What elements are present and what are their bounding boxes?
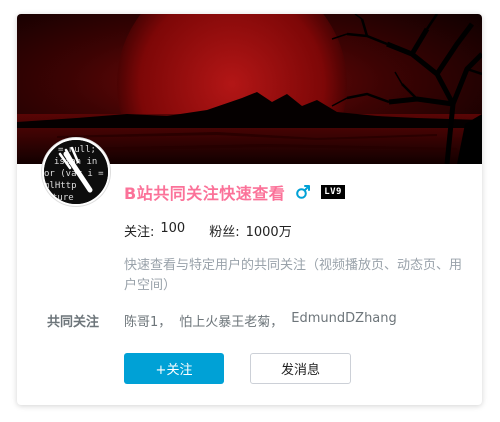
name-row: B站共同关注快速查看 LV9 xyxy=(124,181,345,203)
user-card: = null; ision in or (var i = 0 mlHttp tu… xyxy=(17,14,482,405)
common-follow-label: 共同关注 xyxy=(47,315,100,330)
avatar-code-line: mlHttp xyxy=(44,181,77,191)
following-stat[interactable]: 关注: 100 xyxy=(124,221,185,240)
fans-stat[interactable]: 粉丝: 1000万 xyxy=(209,221,291,240)
fans-count: 1000万 xyxy=(245,225,292,240)
common-follow-users: 陈哥1， 怕上火暴王老菊， EdmundDZhang xyxy=(124,311,405,330)
user-description: 快速查看与特定用户的共同关注（视频播放页、动态页、用户空间） xyxy=(124,258,463,293)
following-count: 100 xyxy=(160,221,186,236)
common-follow-user[interactable]: EdmundDZhang xyxy=(291,311,396,330)
male-icon xyxy=(295,184,311,200)
avatar[interactable]: = null; ision in or (var i = 0 mlHttp tu… xyxy=(42,138,110,206)
avatar-code-line: ture xyxy=(52,193,74,203)
user-stats: 关注: 100 粉丝: 1000万 xyxy=(124,221,292,240)
username[interactable]: B站共同关注快速查看 xyxy=(124,180,285,204)
send-message-button[interactable]: 发消息 xyxy=(250,353,351,384)
following-label: 关注: xyxy=(124,225,155,240)
common-follow-user[interactable]: 怕上火暴王老菊， xyxy=(179,311,283,330)
follow-button[interactable]: +关注 xyxy=(124,353,224,384)
common-follow-user[interactable]: 陈哥1， xyxy=(124,311,171,330)
common-follow-row: 共同关注 陈哥1， 怕上火暴王老菊， EdmundDZhang xyxy=(47,311,405,330)
level-badge: LV9 xyxy=(321,185,345,199)
fans-label: 粉丝: xyxy=(209,225,240,240)
